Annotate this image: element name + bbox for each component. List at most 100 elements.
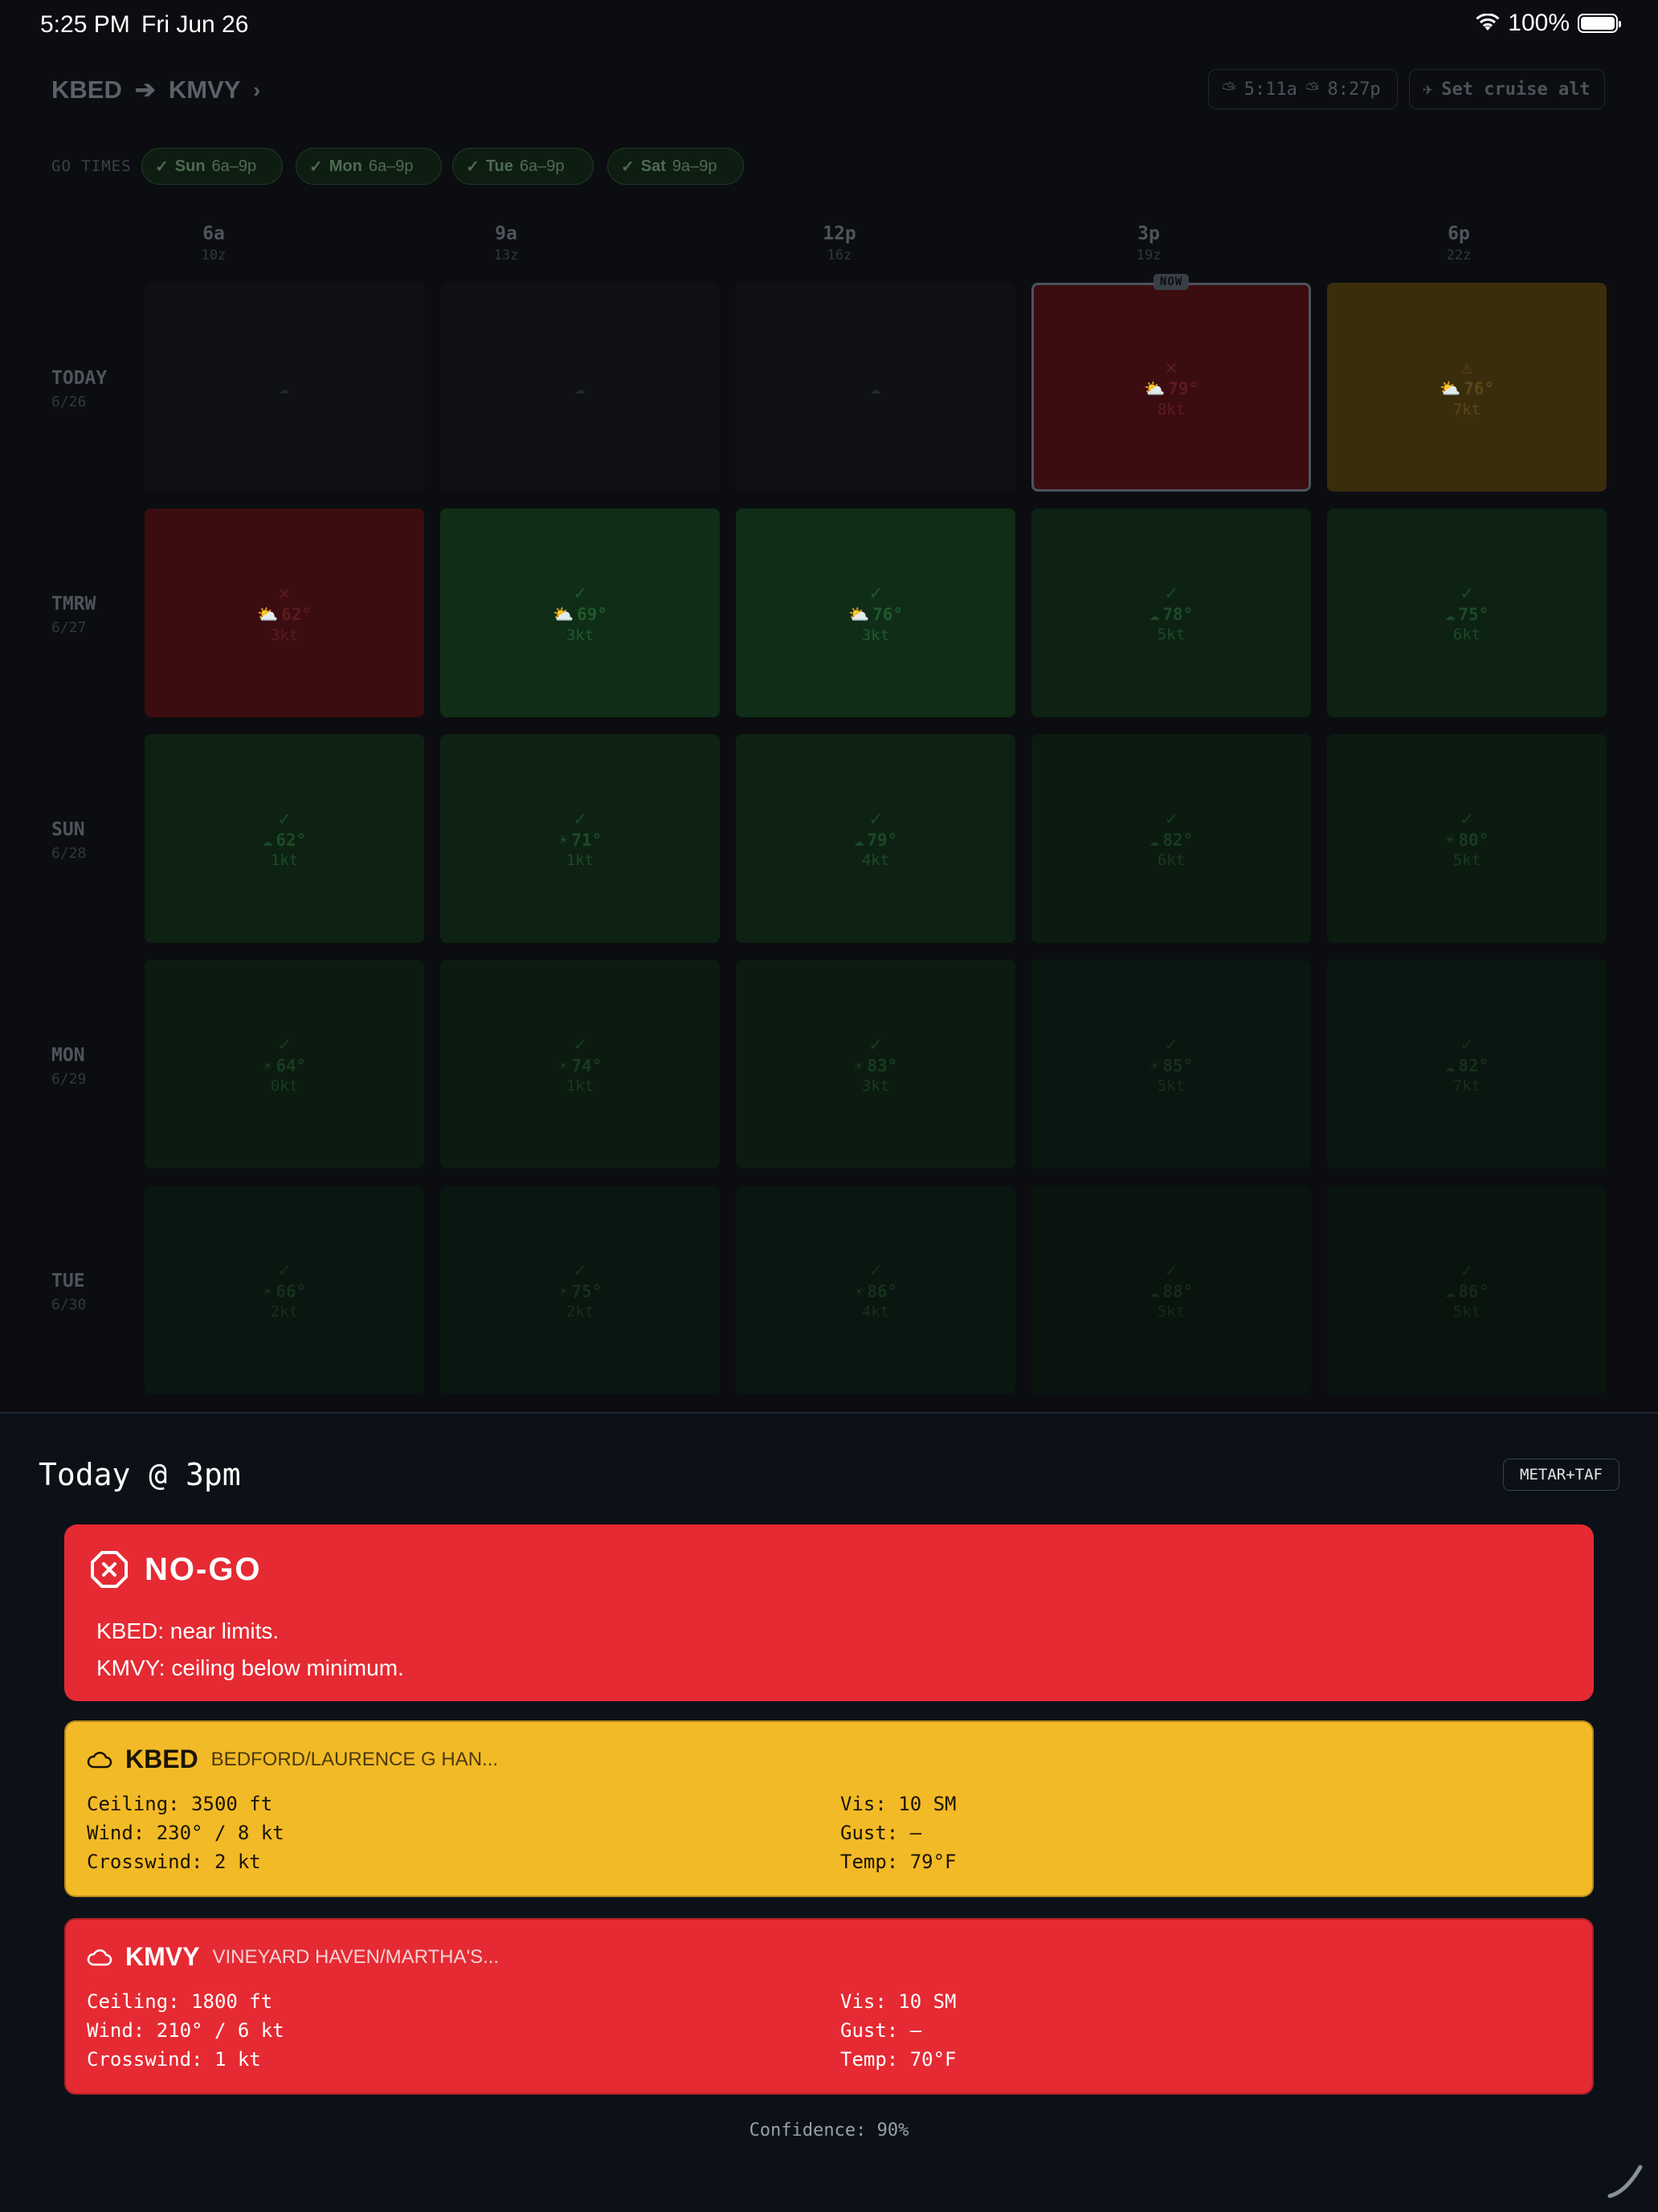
forecast-cell[interactable]: ✓ ☀ 83° 3kt: [736, 960, 1015, 1169]
check-icon: ✓: [869, 807, 882, 830]
forecast-cell[interactable]: ☁: [145, 283, 424, 492]
forecast-cell[interactable]: ☁: [736, 283, 1015, 492]
resize-handle-icon[interactable]: [1602, 2156, 1650, 2204]
column-header: 6p 22z: [1378, 223, 1539, 263]
forecast-cell[interactable]: ⚠ ⛅ 76° 7kt: [1327, 283, 1607, 492]
set-cruise-alt-button[interactable]: ✈ Set cruise alt: [1409, 69, 1605, 109]
forecast-cell[interactable]: NOW ✕ ⛅ 79° 8kt: [1031, 274, 1311, 492]
cell-temp: 75°: [1458, 605, 1489, 624]
cell-temp: 82°: [1162, 831, 1194, 850]
destination-airport: KMVY: [168, 76, 241, 104]
check-icon: ✓: [1165, 807, 1178, 830]
cell-wind: 4kt: [861, 1303, 890, 1320]
route-header[interactable]: KBED ➔ KMVY ›: [51, 76, 260, 104]
chevron-right-icon: ›: [253, 77, 261, 102]
cell-temp: 88°: [1162, 1282, 1194, 1301]
cell-wind: 0kt: [270, 1077, 299, 1095]
chip-range: 6a–9p: [368, 157, 414, 175]
rain-cloud-icon: ☁: [1149, 605, 1160, 624]
forecast-cell[interactable]: ✓ ☁ 79° 4kt: [736, 734, 1015, 943]
station-code: KBED: [125, 1745, 198, 1773]
cell-wind: 5kt: [1157, 626, 1186, 643]
cell-temp: 78°: [1162, 605, 1194, 624]
ceiling-value: Ceiling: 3500 ft: [87, 1793, 273, 1815]
forecast-cell[interactable]: ✓ ☀ 80° 5kt: [1327, 734, 1607, 943]
check-icon: ✓: [574, 1259, 586, 1281]
forecast-cell[interactable]: ✓ ☁ 62° 1kt: [145, 734, 424, 943]
check-icon: ✓: [278, 807, 291, 830]
source-button[interactable]: METAR+TAF: [1503, 1459, 1619, 1491]
row-day: TMRW: [51, 594, 96, 614]
check-icon: ✓: [155, 157, 169, 176]
go-time-chip[interactable]: ✓ Mon 6a–9p: [296, 148, 442, 185]
forecast-cell[interactable]: ✓ ☀ 71° 1kt: [440, 734, 720, 943]
forecast-cell[interactable]: ✓ ☀ 85° 5kt: [1031, 960, 1311, 1169]
warning-icon: ⚠: [1460, 355, 1473, 378]
station-name: VINEYARD HAVEN/MARTHA'S...: [212, 1945, 500, 1968]
verdict-label: NO-GO: [145, 1551, 262, 1587]
local-time: 12p: [823, 223, 856, 244]
sun-icon: ☀: [557, 1282, 569, 1301]
rain-cloud-icon: ☁: [1444, 1282, 1456, 1301]
column-header: 3p 19z: [1068, 223, 1229, 263]
wind-value: Wind: 210° / 6 kt: [87, 2019, 284, 2042]
forecast-cell[interactable]: ✕ ⛅ 62° 3kt: [145, 508, 424, 717]
check-icon: ✓: [1165, 1033, 1178, 1055]
arrow-right-icon: ➔: [134, 76, 156, 104]
forecast-cell[interactable]: ✓ ☀ 66° 2kt: [145, 1186, 424, 1394]
forecast-cell[interactable]: ✓ ☀ 64° 0kt: [145, 960, 424, 1169]
forecast-cell[interactable]: ✓ ☀ 86° 4kt: [736, 1186, 1015, 1394]
gust-value: Gust: —: [840, 1822, 922, 1844]
forecast-cell[interactable]: ✓ ⛅ 76° 3kt: [736, 508, 1015, 717]
sun-icon: ☀: [262, 1282, 273, 1301]
status-time: 5:25 PM: [40, 11, 130, 38]
forecast-cell[interactable]: ✓ ☁ 86° 5kt: [1327, 1186, 1607, 1394]
check-icon: ✓: [574, 581, 586, 604]
row-day: TUE: [51, 1271, 85, 1292]
forecast-cell[interactable]: ✓ ⛅ 69° 3kt: [440, 508, 720, 717]
partly-cloudy-icon: ⛅: [1143, 378, 1166, 398]
check-icon: ✓: [1460, 582, 1473, 604]
cell-temp: 80°: [1458, 831, 1489, 850]
cell-temp: 82°: [1458, 1056, 1489, 1075]
zulu-time: 22z: [1446, 247, 1472, 263]
ceiling-value: Ceiling: 1800 ft: [87, 1990, 273, 2013]
cell-temp: 79°: [1168, 379, 1199, 398]
zulu-time: 10z: [201, 247, 227, 263]
wifi-icon: [1476, 14, 1500, 31]
go-time-chip[interactable]: ✓ Sun 6a–9p: [141, 148, 283, 185]
cell-temp: 79°: [867, 831, 898, 850]
row-day: MON: [51, 1045, 85, 1066]
forecast-cell[interactable]: ✓ ☀ 74° 1kt: [440, 960, 720, 1169]
forecast-cell[interactable]: ✓ ☁ 82° 6kt: [1031, 734, 1311, 943]
cloud-icon: ☁: [870, 378, 881, 398]
forecast-cell[interactable]: ✓ ☁ 78° 5kt: [1031, 508, 1311, 717]
station-card-kbed[interactable]: KBED BEDFORD/LAURENCE G HAN... Ceiling: …: [64, 1720, 1594, 1897]
partly-cloudy-icon: ⛅: [1439, 378, 1461, 398]
x-icon: ✕: [1165, 355, 1178, 378]
forecast-cell[interactable]: ✓ ☁ 75° 6kt: [1327, 508, 1607, 717]
check-icon: ✓: [1460, 1033, 1473, 1055]
chip-day: Mon: [329, 157, 362, 175]
cell-temp: 69°: [577, 605, 608, 624]
forecast-cell[interactable]: ✓ ☁ 82° 7kt: [1327, 960, 1607, 1169]
sun-icon: ☀: [1149, 1056, 1160, 1075]
check-icon: ✓: [309, 157, 323, 176]
crosswind-value: Crosswind: 2 kt: [87, 1851, 261, 1873]
go-time-chip[interactable]: ✓ Sat 9a–9p: [607, 148, 744, 185]
cloud-icon: [87, 1949, 112, 1965]
go-time-chip[interactable]: ✓ Tue 6a–9p: [452, 148, 594, 185]
sun-icon: ☀: [1444, 831, 1456, 850]
gust-value: Gust: —: [840, 2019, 922, 2042]
forecast-cell[interactable]: ✓ ☀ 75° 2kt: [440, 1186, 720, 1394]
cell-wind: 5kt: [1157, 1303, 1186, 1320]
chip-range: 6a–9p: [519, 157, 565, 175]
cell-temp: 66°: [276, 1282, 307, 1301]
station-card-kmvy[interactable]: KMVY VINEYARD HAVEN/MARTHA'S... Ceiling:…: [64, 1918, 1594, 2095]
check-icon: ✓: [869, 581, 882, 604]
cell-wind: 3kt: [861, 626, 890, 644]
forecast-cell[interactable]: ☁: [440, 283, 720, 492]
sun-icon: ☀: [262, 1056, 273, 1075]
forecast-cell[interactable]: ✓ ☁ 88° 5kt: [1031, 1186, 1311, 1394]
cell-temp: 75°: [571, 1282, 602, 1301]
